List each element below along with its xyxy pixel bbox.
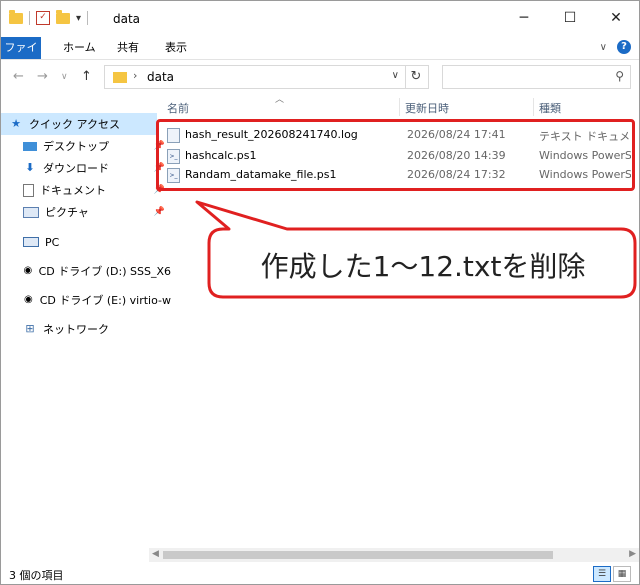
explorer-window: ✓ ▾ data ─ ☐ ✕ ファイル ホーム 共有 表示 ∨ ? ← → ∨ … <box>0 0 640 585</box>
status-bar: 3 個の項目 ☰ ▦ <box>1 564 639 584</box>
item-count: 3 個の項目 <box>9 569 64 582</box>
horizontal-scrollbar[interactable]: ◀ ▶ <box>149 548 639 562</box>
callout-bubble <box>195 200 637 299</box>
scroll-left-icon[interactable]: ◀ <box>152 549 159 559</box>
large-icons-view-icon[interactable]: ▦ <box>613 566 631 582</box>
scroll-right-icon[interactable]: ▶ <box>629 549 636 559</box>
callout-text: 作成した1～12.txtを削除 <box>260 250 586 283</box>
scroll-thumb[interactable] <box>163 551 553 559</box>
details-view-icon[interactable]: ☰ <box>593 566 611 582</box>
